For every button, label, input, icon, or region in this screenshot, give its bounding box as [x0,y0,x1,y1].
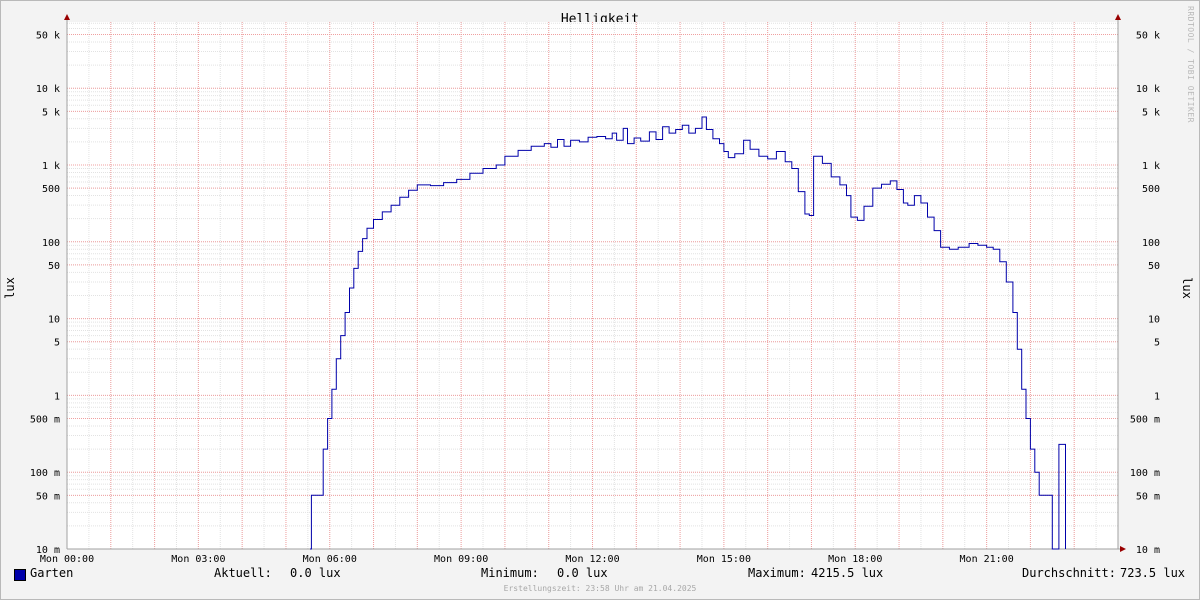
y-axis-label-right: lux [1180,277,1194,299]
y-tick-label-left: 50 m [36,491,60,502]
y-tick-label-right: 5 k [1142,107,1160,118]
chart-canvas: Helligkeit lux lux 50 k 50 k10 k 10 k5 k5 … [3,12,1194,565]
y-tick-label-left: 100 m [30,468,60,479]
y-tick-label-left: 1 k [42,161,60,172]
y-tick-label-left: 50 [48,261,60,272]
legend-min-value: 0.0 lux [557,566,608,580]
y-tick-label-right: 100 [1142,238,1160,249]
y-tick-label-left: 5 [54,338,60,349]
x-tick-label: Mon 00:00 [40,554,94,565]
y-tick-label-right: 50 m [1136,491,1160,502]
y-tick-label-left: 10 [48,315,60,326]
y-tick-label-right: 1 k [1142,161,1160,172]
legend-avg-value: 723.5 lux [1120,566,1186,580]
y-tick-label-right: 1 [1154,391,1160,402]
y-axis-arrow-left [64,14,70,20]
y-tick-label-left: 100 [42,238,60,249]
legend-current-value: 0.0 lux [290,566,341,580]
y-axis-label-left: lux [3,277,17,299]
y-axis-arrow-right [1115,14,1121,20]
legend-current-label: Aktuell: [214,566,272,580]
x-tick-label: Mon 15:00 [697,554,751,565]
legend-swatch-garten [14,569,26,581]
legend-min-label: Minimum: [481,566,539,580]
y-tick-label-left: 10 k [36,84,60,95]
y-tick-label-right: 10 k [1136,84,1160,95]
legend-avg-label: Durchschnitt: [1022,566,1116,580]
y-tick-label-left: 500 m [30,415,60,426]
y-tick-label-left: 50 k [36,31,60,42]
y-tick-label-right: 10 [1148,315,1160,326]
x-tick-label: Mon 18:00 [828,554,882,565]
y-tick-label-right: 50 [1148,261,1160,272]
y-tick-label-right: 500 m [1130,415,1160,426]
y-tick-label-left: 500 [42,184,60,195]
rrdtool-watermark: RRDTOOL / TOBI OETIKER [1186,6,1195,123]
x-tick-label: Mon 21:00 [960,554,1014,565]
x-tick-label: Mon 06:00 [303,554,357,565]
y-tick-label-right: 50 k [1136,31,1160,42]
legend-max-label: Maximum: [748,566,806,580]
y-tick-label-right: 100 m [1130,468,1160,479]
y-tick-label-right: 500 [1142,184,1160,195]
x-tick-label: Mon 03:00 [171,554,225,565]
y-tick-label-left: 1 [54,391,60,402]
footer-credit: Erstellungszeit: 23:58 Uhr am 21.04.2025 [503,584,697,593]
x-tick-label: Mon 12:00 [565,554,619,565]
x-axis-arrow [1120,546,1126,552]
y-tick-label-right: 5 [1154,338,1160,349]
minor-grid [67,22,1118,550]
plot-area [67,22,1118,549]
legend-max-value: 4215.5 lux [811,566,884,580]
x-tick-label: Mon 09:00 [434,554,488,565]
legend-series-name: Garten [30,566,74,580]
y-tick-label-right: 10 m [1136,545,1160,556]
y-tick-label-left: 5 k [42,107,60,118]
